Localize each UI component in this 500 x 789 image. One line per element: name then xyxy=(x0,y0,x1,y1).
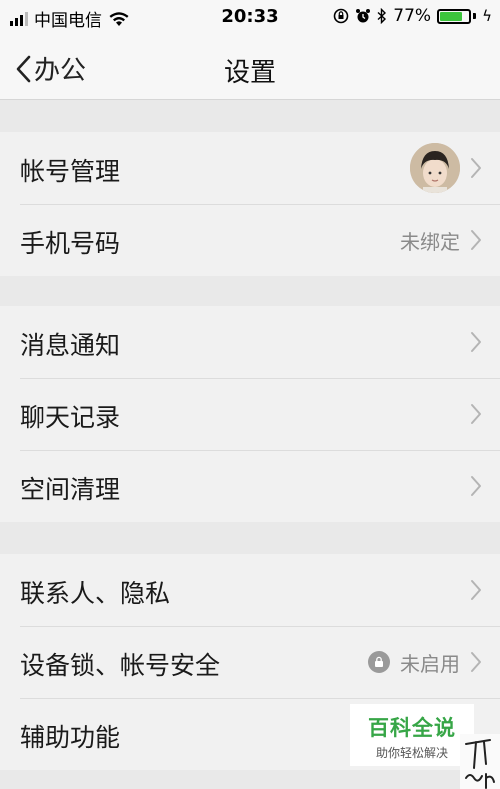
chevron-right-icon xyxy=(470,579,482,601)
row-label: 辅助功能 xyxy=(20,723,121,752)
chevron-right-icon xyxy=(470,403,482,425)
row-value: 未启用 xyxy=(400,651,460,676)
row-label: 联系人、隐私 xyxy=(20,579,171,608)
row-label: 帐号管理 xyxy=(20,157,121,186)
watermark-subtitle: 助你轻松解决 xyxy=(375,746,448,760)
page-title: 设置 xyxy=(223,58,276,88)
row-value: 未绑定 xyxy=(400,229,460,254)
status-right: 77% ϟ xyxy=(333,6,492,26)
settings-screen: 中国电信 20:33 77% ϟ 办公 设置 帐号管理 手机号码 未绑定 消息通… xyxy=(0,0,500,789)
settings-row-contacts-privacy[interactable]: 联系人、隐私 xyxy=(0,554,500,626)
settings-row-chat-history[interactable]: 聊天记录 xyxy=(0,378,500,450)
settings-row-phone-number[interactable]: 手机号码 未绑定 xyxy=(0,204,500,276)
rotation-lock-icon xyxy=(333,8,349,24)
row-right xyxy=(470,378,482,450)
settings-row-notifications[interactable]: 消息通知 xyxy=(0,306,500,378)
row-right: 未绑定 xyxy=(400,204,482,276)
row-right xyxy=(470,306,482,378)
row-right xyxy=(410,132,482,204)
row-right xyxy=(470,450,482,522)
row-right: 未启用 xyxy=(368,626,482,698)
chevron-right-icon xyxy=(470,157,482,179)
lock-icon xyxy=(368,651,390,673)
chevron-right-icon xyxy=(470,331,482,353)
navigation-bar: 办公 设置 xyxy=(0,36,500,100)
handwriting-mark xyxy=(460,734,500,789)
settings-group-account: 帐号管理 手机号码 未绑定 xyxy=(0,132,500,276)
battery-icon xyxy=(437,8,472,24)
charging-icon: ϟ xyxy=(482,7,492,25)
avatar xyxy=(410,143,460,193)
chevron-right-icon xyxy=(470,229,482,251)
row-label: 空间清理 xyxy=(20,475,121,504)
row-label: 消息通知 xyxy=(20,331,121,360)
row-label: 设备锁、帐号安全 xyxy=(20,651,221,680)
bluetooth-icon xyxy=(377,8,387,24)
watermark-logo: 百科全说 助你轻松解决 xyxy=(350,704,474,766)
row-right xyxy=(470,554,482,626)
chevron-right-icon xyxy=(470,651,482,673)
settings-row-account-management[interactable]: 帐号管理 xyxy=(0,132,500,204)
chevron-right-icon xyxy=(470,475,482,497)
settings-row-device-lock-security[interactable]: 设备锁、帐号安全 未启用 xyxy=(0,626,500,698)
status-bar: 中国电信 20:33 77% ϟ xyxy=(0,0,500,36)
settings-group-data: 消息通知 聊天记录 空间清理 xyxy=(0,306,500,522)
row-label: 聊天记录 xyxy=(20,403,121,432)
alarm-icon xyxy=(356,9,371,23)
watermark-title: 百科全说 xyxy=(368,716,456,740)
battery-percent: 77% xyxy=(393,6,432,26)
settings-row-storage-cleanup[interactable]: 空间清理 xyxy=(0,450,500,522)
battery-level xyxy=(440,11,462,21)
row-label: 手机号码 xyxy=(20,229,121,258)
battery-nub xyxy=(473,13,477,19)
